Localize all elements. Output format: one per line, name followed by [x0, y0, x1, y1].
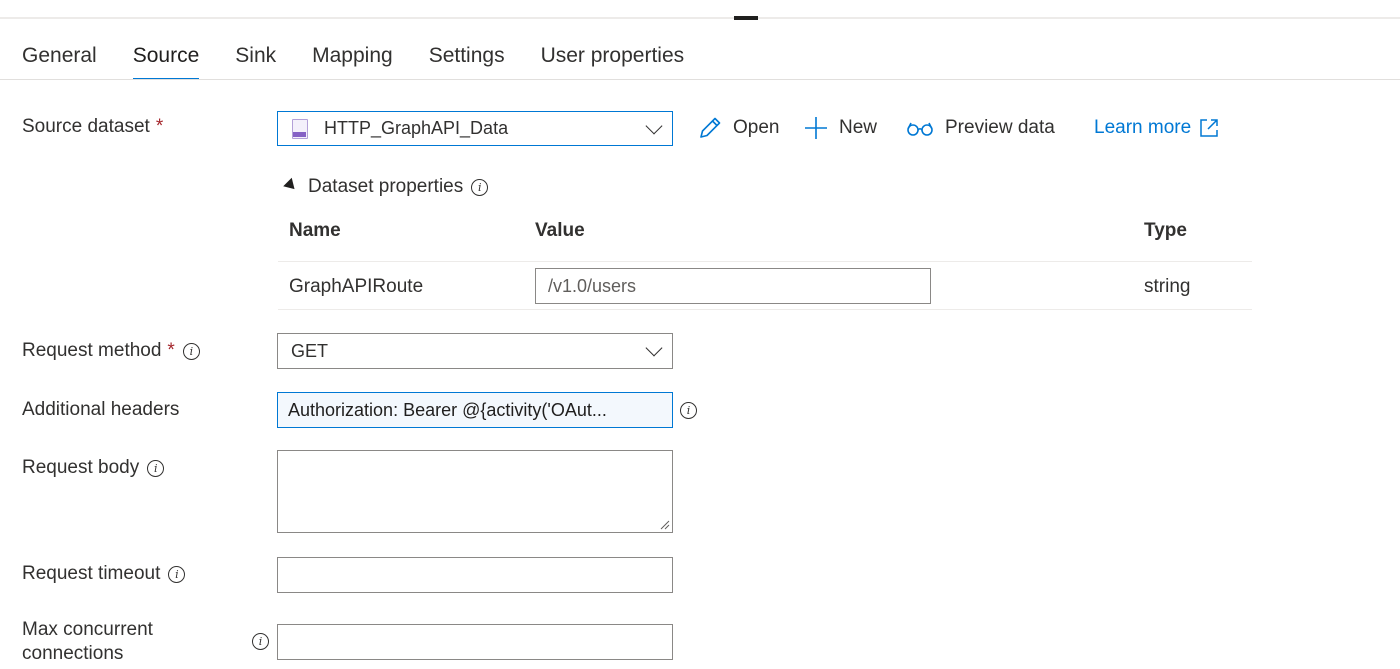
- request-method-label: Request method * i: [22, 340, 200, 362]
- learn-more-label: Learn more: [1094, 117, 1192, 138]
- preview-data-label: Preview data: [945, 117, 1055, 138]
- new-button[interactable]: New: [803, 113, 877, 143]
- request-body-textarea[interactable]: [277, 450, 673, 533]
- preview-data-button[interactable]: Preview data: [905, 113, 1055, 143]
- request-timeout-label: Request timeout i: [22, 563, 186, 585]
- chevron-down-icon: [645, 339, 663, 357]
- max-concurrent-input[interactable]: [277, 624, 673, 660]
- max-concurrent-label-line2: connections: [22, 643, 124, 664]
- column-header-value: Value: [535, 220, 585, 241]
- tabs-divider: [0, 79, 1400, 80]
- resize-grip-icon[interactable]: [660, 520, 670, 530]
- tab-sink[interactable]: Sink: [235, 40, 276, 80]
- additional-headers-value: Authorization: Bearer @{activity('OAut..…: [288, 399, 607, 420]
- plus-icon: [805, 117, 827, 139]
- request-timeout-input[interactable]: [277, 557, 673, 593]
- info-icon[interactable]: i: [680, 402, 697, 419]
- table-row-divider: [278, 309, 1252, 310]
- glasses-icon: [907, 122, 933, 136]
- tab-general[interactable]: General: [22, 40, 97, 80]
- tab-mapping[interactable]: Mapping: [312, 40, 393, 80]
- open-label: Open: [733, 117, 780, 138]
- request-method-label-text: Request method: [22, 340, 162, 361]
- additional-headers-input[interactable]: Authorization: Bearer @{activity('OAut..…: [277, 392, 673, 428]
- property-name: GraphAPIRoute: [289, 276, 424, 297]
- tab-source[interactable]: Source: [132, 40, 199, 80]
- property-type: string: [1144, 276, 1191, 297]
- required-marker: *: [155, 116, 164, 137]
- request-timeout-label-text: Request timeout: [22, 563, 161, 584]
- tab-bar: General Source Sink Mapping Settings Use…: [22, 40, 720, 80]
- info-icon[interactable]: i: [147, 459, 165, 477]
- external-link-icon: [1200, 119, 1218, 137]
- column-header-type: Type: [1144, 220, 1187, 241]
- table-header-divider: [278, 261, 1252, 262]
- request-method-value: GET: [291, 340, 329, 361]
- learn-more-link[interactable]: Learn more: [1094, 113, 1219, 143]
- panel-resize-handle[interactable]: [734, 16, 758, 20]
- request-body-label: Request body i: [22, 457, 165, 479]
- info-icon[interactable]: i: [168, 565, 186, 583]
- max-concurrent-label: Max concurrent connections: [22, 618, 153, 666]
- panel-top-divider: [0, 17, 1400, 19]
- new-label: New: [839, 117, 878, 138]
- chevron-down-icon: [645, 117, 663, 134]
- tab-user-properties[interactable]: User properties: [541, 40, 685, 80]
- tab-settings[interactable]: Settings: [429, 40, 505, 80]
- property-value-text: /v1.0/users: [548, 275, 637, 296]
- max-concurrent-label-line1: Max concurrent: [22, 619, 153, 640]
- source-dataset-dropdown[interactable]: HTTP_GraphAPI_Data: [277, 111, 673, 146]
- source-dataset-label-text: Source dataset: [22, 116, 150, 137]
- source-dataset-label: Source dataset *: [22, 116, 163, 138]
- additional-headers-label-text: Additional headers: [22, 399, 180, 420]
- json-dataset-icon: [292, 118, 308, 139]
- info-icon[interactable]: i: [252, 633, 269, 650]
- column-header-name: Name: [289, 220, 341, 241]
- request-body-label-text: Request body: [22, 457, 140, 478]
- info-icon[interactable]: i: [471, 178, 489, 196]
- open-button[interactable]: Open: [697, 113, 779, 143]
- property-value-input[interactable]: /v1.0/users: [535, 268, 931, 304]
- dataset-properties-title: Dataset properties: [308, 176, 464, 197]
- pencil-icon: [700, 117, 721, 138]
- info-icon[interactable]: i: [182, 342, 200, 360]
- additional-headers-label: Additional headers: [22, 399, 179, 421]
- source-dataset-value: HTTP_GraphAPI_Data: [324, 118, 509, 138]
- required-marker: *: [167, 340, 175, 361]
- dataset-properties-toggle[interactable]: Dataset properties i: [283, 175, 489, 199]
- collapse-triangle-icon: [283, 177, 299, 194]
- request-method-dropdown[interactable]: GET: [277, 333, 673, 369]
